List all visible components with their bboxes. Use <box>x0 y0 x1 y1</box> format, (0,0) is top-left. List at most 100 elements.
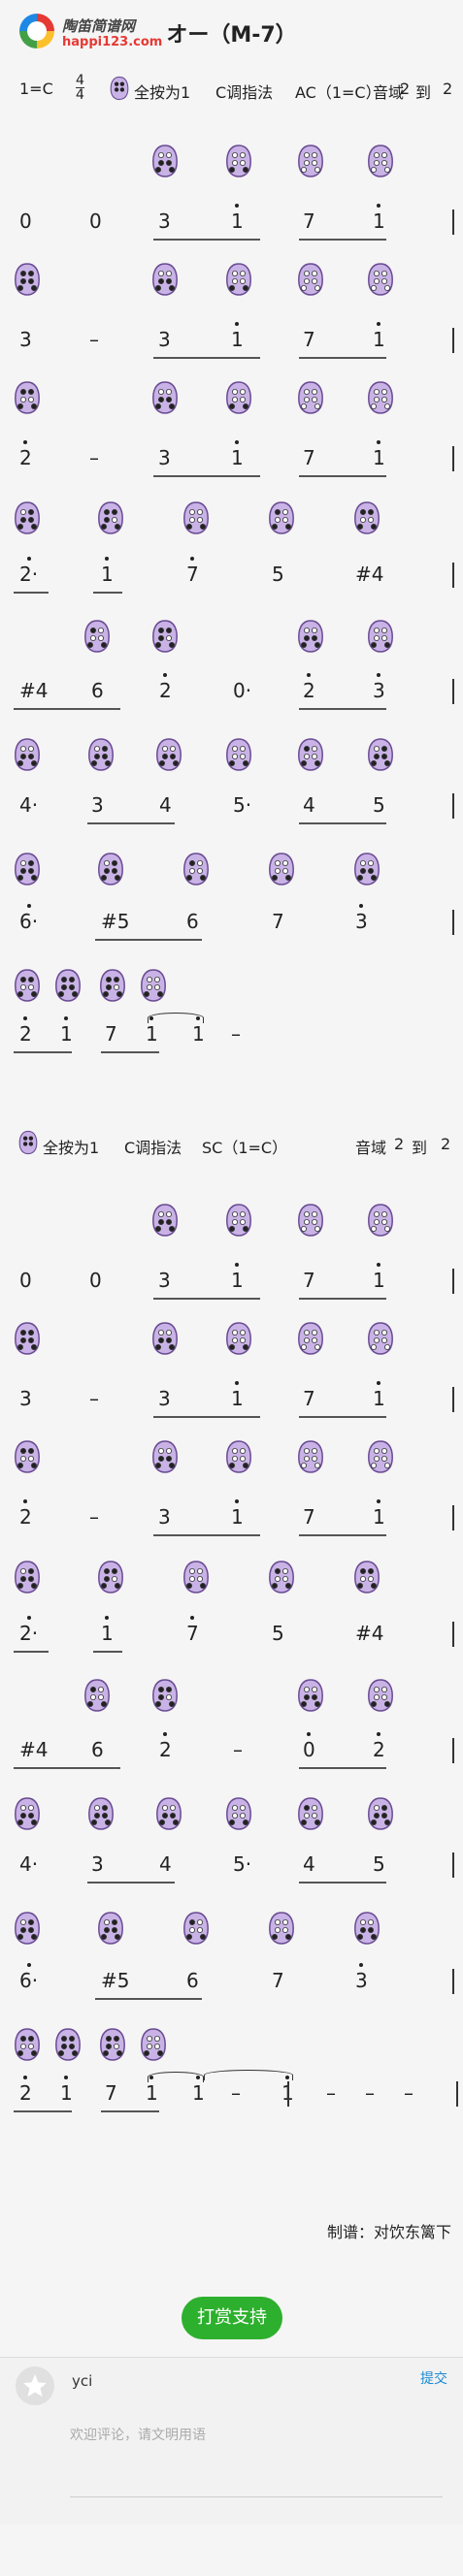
score-note: 1 <box>373 1263 385 1292</box>
ocarina-fingering-icon <box>14 500 41 535</box>
beam-line <box>299 1534 386 1536</box>
bar-line <box>452 1622 454 1647</box>
ocarina-fingering-icon <box>297 1321 324 1356</box>
score-note: 4 <box>159 1852 172 1876</box>
range-to: 到 <box>412 1139 428 1157</box>
slur-arc <box>204 2070 293 2080</box>
song-title: オー（M-7） <box>166 23 297 48</box>
ocarina-fingering-icon <box>151 619 179 654</box>
octave-dot <box>377 1381 381 1385</box>
score-note: 2· <box>19 557 38 586</box>
instrument-label: AC（1=C） <box>295 83 381 102</box>
beam-line <box>299 239 386 241</box>
octave-dot <box>377 204 381 208</box>
beam-line <box>87 1882 175 1884</box>
score-note: 0 <box>19 1269 32 1292</box>
ocarina-icon <box>17 1130 39 1155</box>
octave-dot <box>377 1499 381 1503</box>
beam-line <box>14 1767 120 1769</box>
ocarina-fingering-icon <box>97 852 124 886</box>
ocarina-fingering-icon <box>14 262 41 297</box>
octave-dot <box>23 2076 28 2079</box>
comment-submit[interactable]: 提交 <box>420 2368 447 2388</box>
octave-dot <box>377 1263 381 1267</box>
bar-line <box>452 793 454 819</box>
all-press-label: 全按为1 <box>134 83 191 102</box>
range-high: 2 <box>441 1135 451 1153</box>
score-note: 7 <box>303 1387 315 1410</box>
ocarina-fingering-icon <box>225 380 252 415</box>
score-note: 1 <box>101 557 114 586</box>
beam-line <box>14 708 120 710</box>
beam-line <box>93 592 122 594</box>
score-note: 7 <box>186 557 199 586</box>
ocarina-fingering-icon <box>14 852 41 886</box>
ocarina-fingering-icon <box>83 1678 111 1713</box>
ocarina-fingering-icon <box>14 1321 41 1356</box>
bar-line <box>452 1387 454 1412</box>
bar-line <box>452 1505 454 1530</box>
score-note: 1 <box>231 204 244 233</box>
score-note: 6 <box>91 1738 104 1761</box>
ocarina-fingering-icon <box>151 144 179 178</box>
score-note: – <box>89 1387 99 1410</box>
beam-line <box>95 1998 202 2000</box>
score-note: 3 <box>158 209 171 233</box>
ocarina-fingering-icon <box>297 737 324 772</box>
reward-button[interactable]: 打赏支持 <box>182 2297 282 2339</box>
bar-line <box>287 2081 289 2107</box>
ocarina-fingering-icon <box>99 968 126 1003</box>
score-note: 5· <box>233 793 252 817</box>
score-note: – <box>89 1505 99 1529</box>
score-note: 3 <box>158 446 171 469</box>
star-icon <box>23 2374 47 2397</box>
beam-line <box>299 1416 386 1418</box>
score-note: 0· <box>233 679 252 702</box>
beam-line <box>153 1534 260 1536</box>
octave-dot <box>235 1263 240 1267</box>
score-note: #4 <box>19 679 49 702</box>
ocarina-fingering-icon <box>14 968 41 1003</box>
ocarina-fingering-icon <box>367 737 394 772</box>
score-note: 1 <box>231 1263 244 1292</box>
ocarina-fingering-icon <box>367 619 394 654</box>
score-note: 4 <box>303 1852 315 1876</box>
bar-line <box>452 563 454 588</box>
ocarina-fingering-icon <box>14 1911 41 1946</box>
score-note: 7 <box>303 446 315 469</box>
comment-input[interactable]: 欢迎评论，请文明用语 <box>70 2425 206 2444</box>
ocarina-fingering-icon <box>353 1911 380 1946</box>
score-note: 5· <box>233 1852 252 1876</box>
slur-arc <box>148 2072 204 2082</box>
ocarina-fingering-icon <box>225 262 252 297</box>
score-note: 0 <box>303 1732 315 1761</box>
ocarina-fingering-icon <box>297 1203 324 1238</box>
score-note: 0 <box>89 209 102 233</box>
score-note: 2 <box>303 673 315 702</box>
ocarina-fingering-icon <box>151 1203 179 1238</box>
score-note: 1 <box>231 440 244 469</box>
beam-line <box>87 822 175 824</box>
score-note: 7 <box>105 2081 117 2105</box>
key-signature: 1=C <box>19 80 53 98</box>
score-note: 2 <box>159 673 172 702</box>
score-note: #4 <box>19 1738 49 1761</box>
octave-dot <box>64 1016 69 1020</box>
ocarina-fingering-icon <box>297 1678 324 1713</box>
score-note: 6 <box>186 1969 199 1992</box>
beam-line <box>153 1298 260 1300</box>
range-high: 2 <box>443 80 453 98</box>
instrument-label: SC（1=C） <box>202 1139 288 1157</box>
score-note: 1 <box>373 322 385 351</box>
score-note: 3 <box>19 328 32 351</box>
score-note: 3 <box>91 1852 104 1876</box>
beam-line <box>14 2110 72 2112</box>
score-note: 7 <box>303 1505 315 1529</box>
octave-dot <box>26 904 31 908</box>
ocarina-fingering-icon <box>99 2027 126 2062</box>
score-note: 3 <box>158 1387 171 1410</box>
ocarina-fingering-icon <box>14 1560 41 1594</box>
octave-dot <box>307 673 312 677</box>
score-note: 5 <box>272 1622 284 1645</box>
ocarina-fingering-icon <box>297 380 324 415</box>
